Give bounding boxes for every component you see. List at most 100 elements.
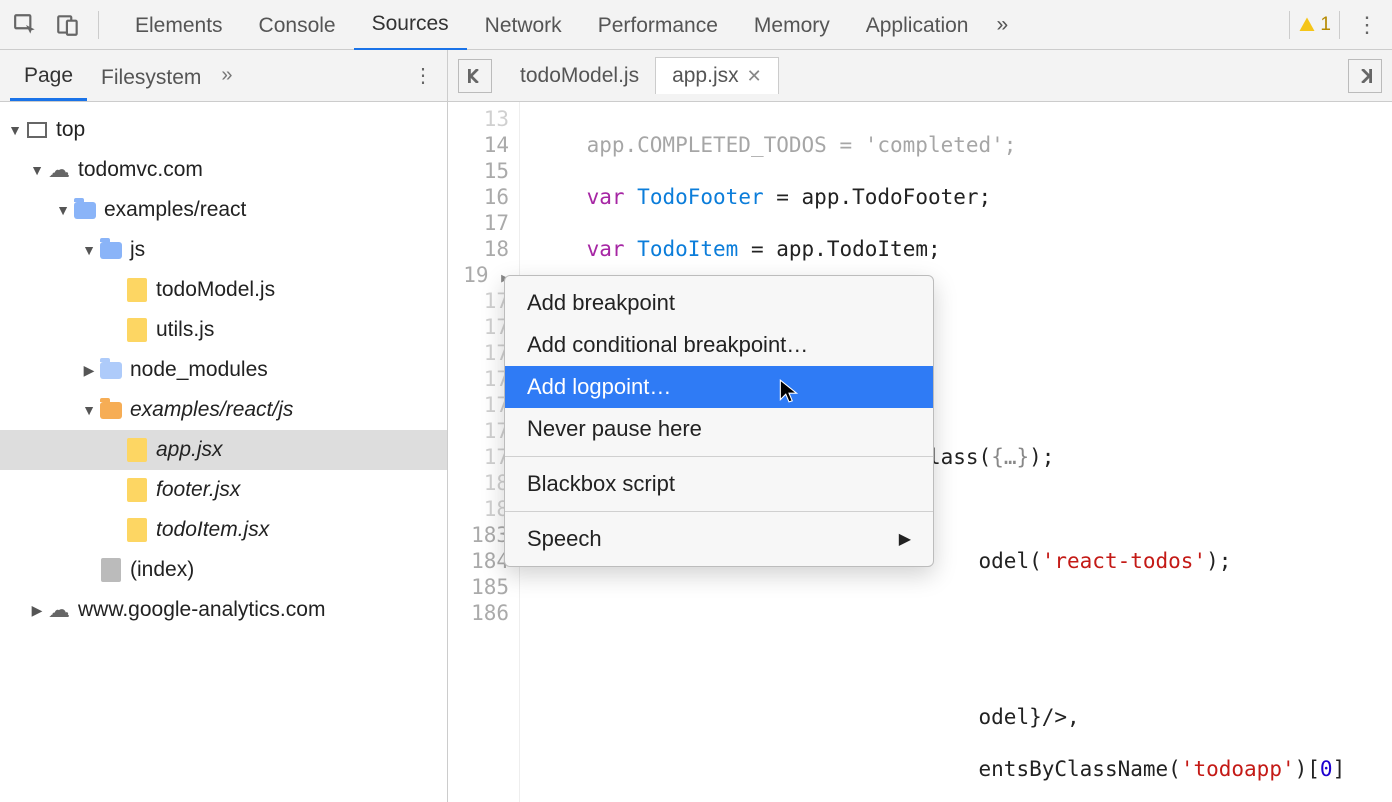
tree-file-utils[interactable]: utils.js bbox=[0, 310, 447, 350]
line-number[interactable]: 13 bbox=[448, 106, 509, 132]
line-number[interactable]: 17 bbox=[448, 340, 509, 366]
sidebar-tab-page[interactable]: Page bbox=[10, 50, 87, 101]
sidebar-kebab-icon[interactable]: ⋮ bbox=[413, 63, 433, 88]
ctx-add-logpoint[interactable]: Add logpoint… bbox=[505, 366, 933, 408]
code-str: 'todoapp' bbox=[1181, 757, 1295, 781]
tree-label: app.jsx bbox=[156, 438, 223, 462]
file-tree: ▼ top ▼ ☁ todomvc.com ▼ examples/react ▼… bbox=[0, 102, 448, 802]
line-number[interactable]: 184 bbox=[448, 548, 509, 574]
chevron-right-icon: ▶ bbox=[28, 602, 46, 619]
code-text: ); bbox=[1206, 549, 1231, 573]
tree-file-todomodel[interactable]: todoModel.js bbox=[0, 270, 447, 310]
tree-file-footer[interactable]: footer.jsx bbox=[0, 470, 447, 510]
ctx-blackbox[interactable]: Blackbox script bbox=[505, 463, 933, 505]
tabs-overflow[interactable]: » bbox=[986, 0, 1018, 51]
tab-elements[interactable]: Elements bbox=[117, 0, 241, 50]
line-number[interactable]: 17 bbox=[448, 366, 509, 392]
line-number[interactable]: 17 bbox=[448, 314, 509, 340]
file-icon bbox=[124, 437, 150, 463]
sidebar-tabs-overflow[interactable]: » bbox=[221, 64, 232, 87]
warning-badge[interactable]: 1 bbox=[1289, 11, 1340, 39]
file-icon bbox=[98, 557, 124, 583]
tab-performance[interactable]: Performance bbox=[580, 0, 736, 50]
close-icon[interactable]: ✕ bbox=[747, 66, 762, 87]
file-icon bbox=[124, 477, 150, 503]
line-number[interactable]: 19 ▶ bbox=[448, 262, 509, 288]
line-number[interactable]: 183 bbox=[448, 522, 509, 548]
tree-label: todoItem.jsx bbox=[156, 518, 269, 542]
tree-folder-examples-js[interactable]: ▼ examples/react/js bbox=[0, 390, 447, 430]
line-number[interactable]: 16 bbox=[448, 184, 509, 210]
line-number[interactable]: 15 bbox=[448, 158, 509, 184]
line-number[interactable]: 17 bbox=[448, 418, 509, 444]
tab-network[interactable]: Network bbox=[467, 0, 580, 50]
chevron-down-icon: ▼ bbox=[28, 162, 46, 178]
inspect-icon[interactable] bbox=[8, 7, 44, 43]
tree-file-app[interactable]: app.jsx bbox=[0, 430, 447, 470]
line-number[interactable]: 185 bbox=[448, 574, 509, 600]
line-number[interactable]: 18 bbox=[448, 236, 509, 262]
device-toggle-icon[interactable] bbox=[50, 7, 86, 43]
settings-kebab-icon[interactable]: ⋮ bbox=[1350, 12, 1384, 38]
code-num: 0 bbox=[1320, 757, 1333, 781]
line-number[interactable]: 17 bbox=[448, 444, 509, 470]
line-number[interactable]: 18 bbox=[448, 470, 509, 496]
subbar: Page Filesystem » ⋮ todoModel.js app.jsx… bbox=[0, 50, 1392, 102]
tab-sources[interactable]: Sources bbox=[354, 0, 467, 51]
tab-application[interactable]: Application bbox=[848, 0, 987, 50]
sidebar-tab-filesystem[interactable]: Filesystem bbox=[87, 52, 215, 100]
nav-forward-icon[interactable] bbox=[1348, 59, 1382, 93]
divider bbox=[505, 456, 933, 457]
chevron-down-icon: ▼ bbox=[80, 402, 98, 418]
tree-label: node_modules bbox=[130, 358, 268, 382]
tree-top[interactable]: ▼ top bbox=[0, 110, 447, 150]
ctx-add-conditional[interactable]: Add conditional breakpoint… bbox=[505, 324, 933, 366]
line-number[interactable]: 17 bbox=[448, 288, 509, 314]
editor-tab-todomodel[interactable]: todoModel.js bbox=[504, 58, 655, 94]
tree-file-index[interactable]: (index) bbox=[0, 550, 447, 590]
context-menu: Add breakpoint Add conditional breakpoin… bbox=[504, 275, 934, 567]
ln-text: 19 bbox=[463, 263, 488, 287]
folder-icon bbox=[98, 237, 124, 263]
file-icon bbox=[124, 317, 150, 343]
tree-label: footer.jsx bbox=[156, 478, 240, 502]
ctx-label: Speech bbox=[527, 526, 602, 552]
nav-back-icon[interactable] bbox=[458, 59, 492, 93]
code-text: )[ bbox=[1295, 757, 1320, 781]
cloud-icon: ☁ bbox=[46, 157, 72, 183]
line-number[interactable]: 14 bbox=[448, 132, 509, 158]
code-text: odel( bbox=[979, 549, 1042, 573]
chevron-down-icon: ▼ bbox=[80, 242, 98, 258]
chevron-down-icon: ▼ bbox=[54, 202, 72, 218]
line-number[interactable]: 17 bbox=[448, 392, 509, 418]
code-str: 'react-todos' bbox=[1042, 549, 1206, 573]
line-number[interactable]: 17 bbox=[448, 210, 509, 236]
tree-folder-js[interactable]: ▼ js bbox=[0, 230, 447, 270]
tree-host-ga[interactable]: ▶ ☁ www.google-analytics.com bbox=[0, 590, 447, 630]
code-kw: var bbox=[587, 237, 625, 261]
tab-console[interactable]: Console bbox=[241, 0, 354, 50]
tree-host[interactable]: ▼ ☁ todomvc.com bbox=[0, 150, 447, 190]
tree-label: top bbox=[56, 118, 85, 142]
ctx-add-breakpoint[interactable]: Add breakpoint bbox=[505, 282, 933, 324]
tree-folder-examples[interactable]: ▼ examples/react bbox=[0, 190, 447, 230]
tab-memory[interactable]: Memory bbox=[736, 0, 848, 50]
ctx-speech[interactable]: Speech ▶ bbox=[505, 518, 933, 560]
code-text: ); bbox=[1029, 445, 1054, 469]
code-type: TodoFooter bbox=[637, 185, 763, 209]
toolbar-right: 1 ⋮ bbox=[1289, 11, 1384, 39]
editor-tab-app[interactable]: app.jsx ✕ bbox=[655, 57, 779, 94]
line-number[interactable]: 186 bbox=[448, 600, 509, 626]
ctx-never-pause[interactable]: Never pause here bbox=[505, 408, 933, 450]
mouse-cursor-icon bbox=[778, 378, 800, 411]
tree-label: examples/react bbox=[104, 198, 246, 222]
line-number[interactable]: 18 bbox=[448, 496, 509, 522]
chevron-right-icon: ▶ bbox=[899, 529, 911, 549]
tree-folder-node-modules[interactable]: ▶ node_modules bbox=[0, 350, 447, 390]
chevron-down-icon: ▼ bbox=[6, 122, 24, 138]
code-fold[interactable]: {…} bbox=[991, 445, 1029, 469]
code-type: TodoItem bbox=[637, 237, 738, 261]
tree-label: js bbox=[130, 238, 145, 262]
tree-file-todoitem[interactable]: todoItem.jsx bbox=[0, 510, 447, 550]
file-icon bbox=[124, 517, 150, 543]
